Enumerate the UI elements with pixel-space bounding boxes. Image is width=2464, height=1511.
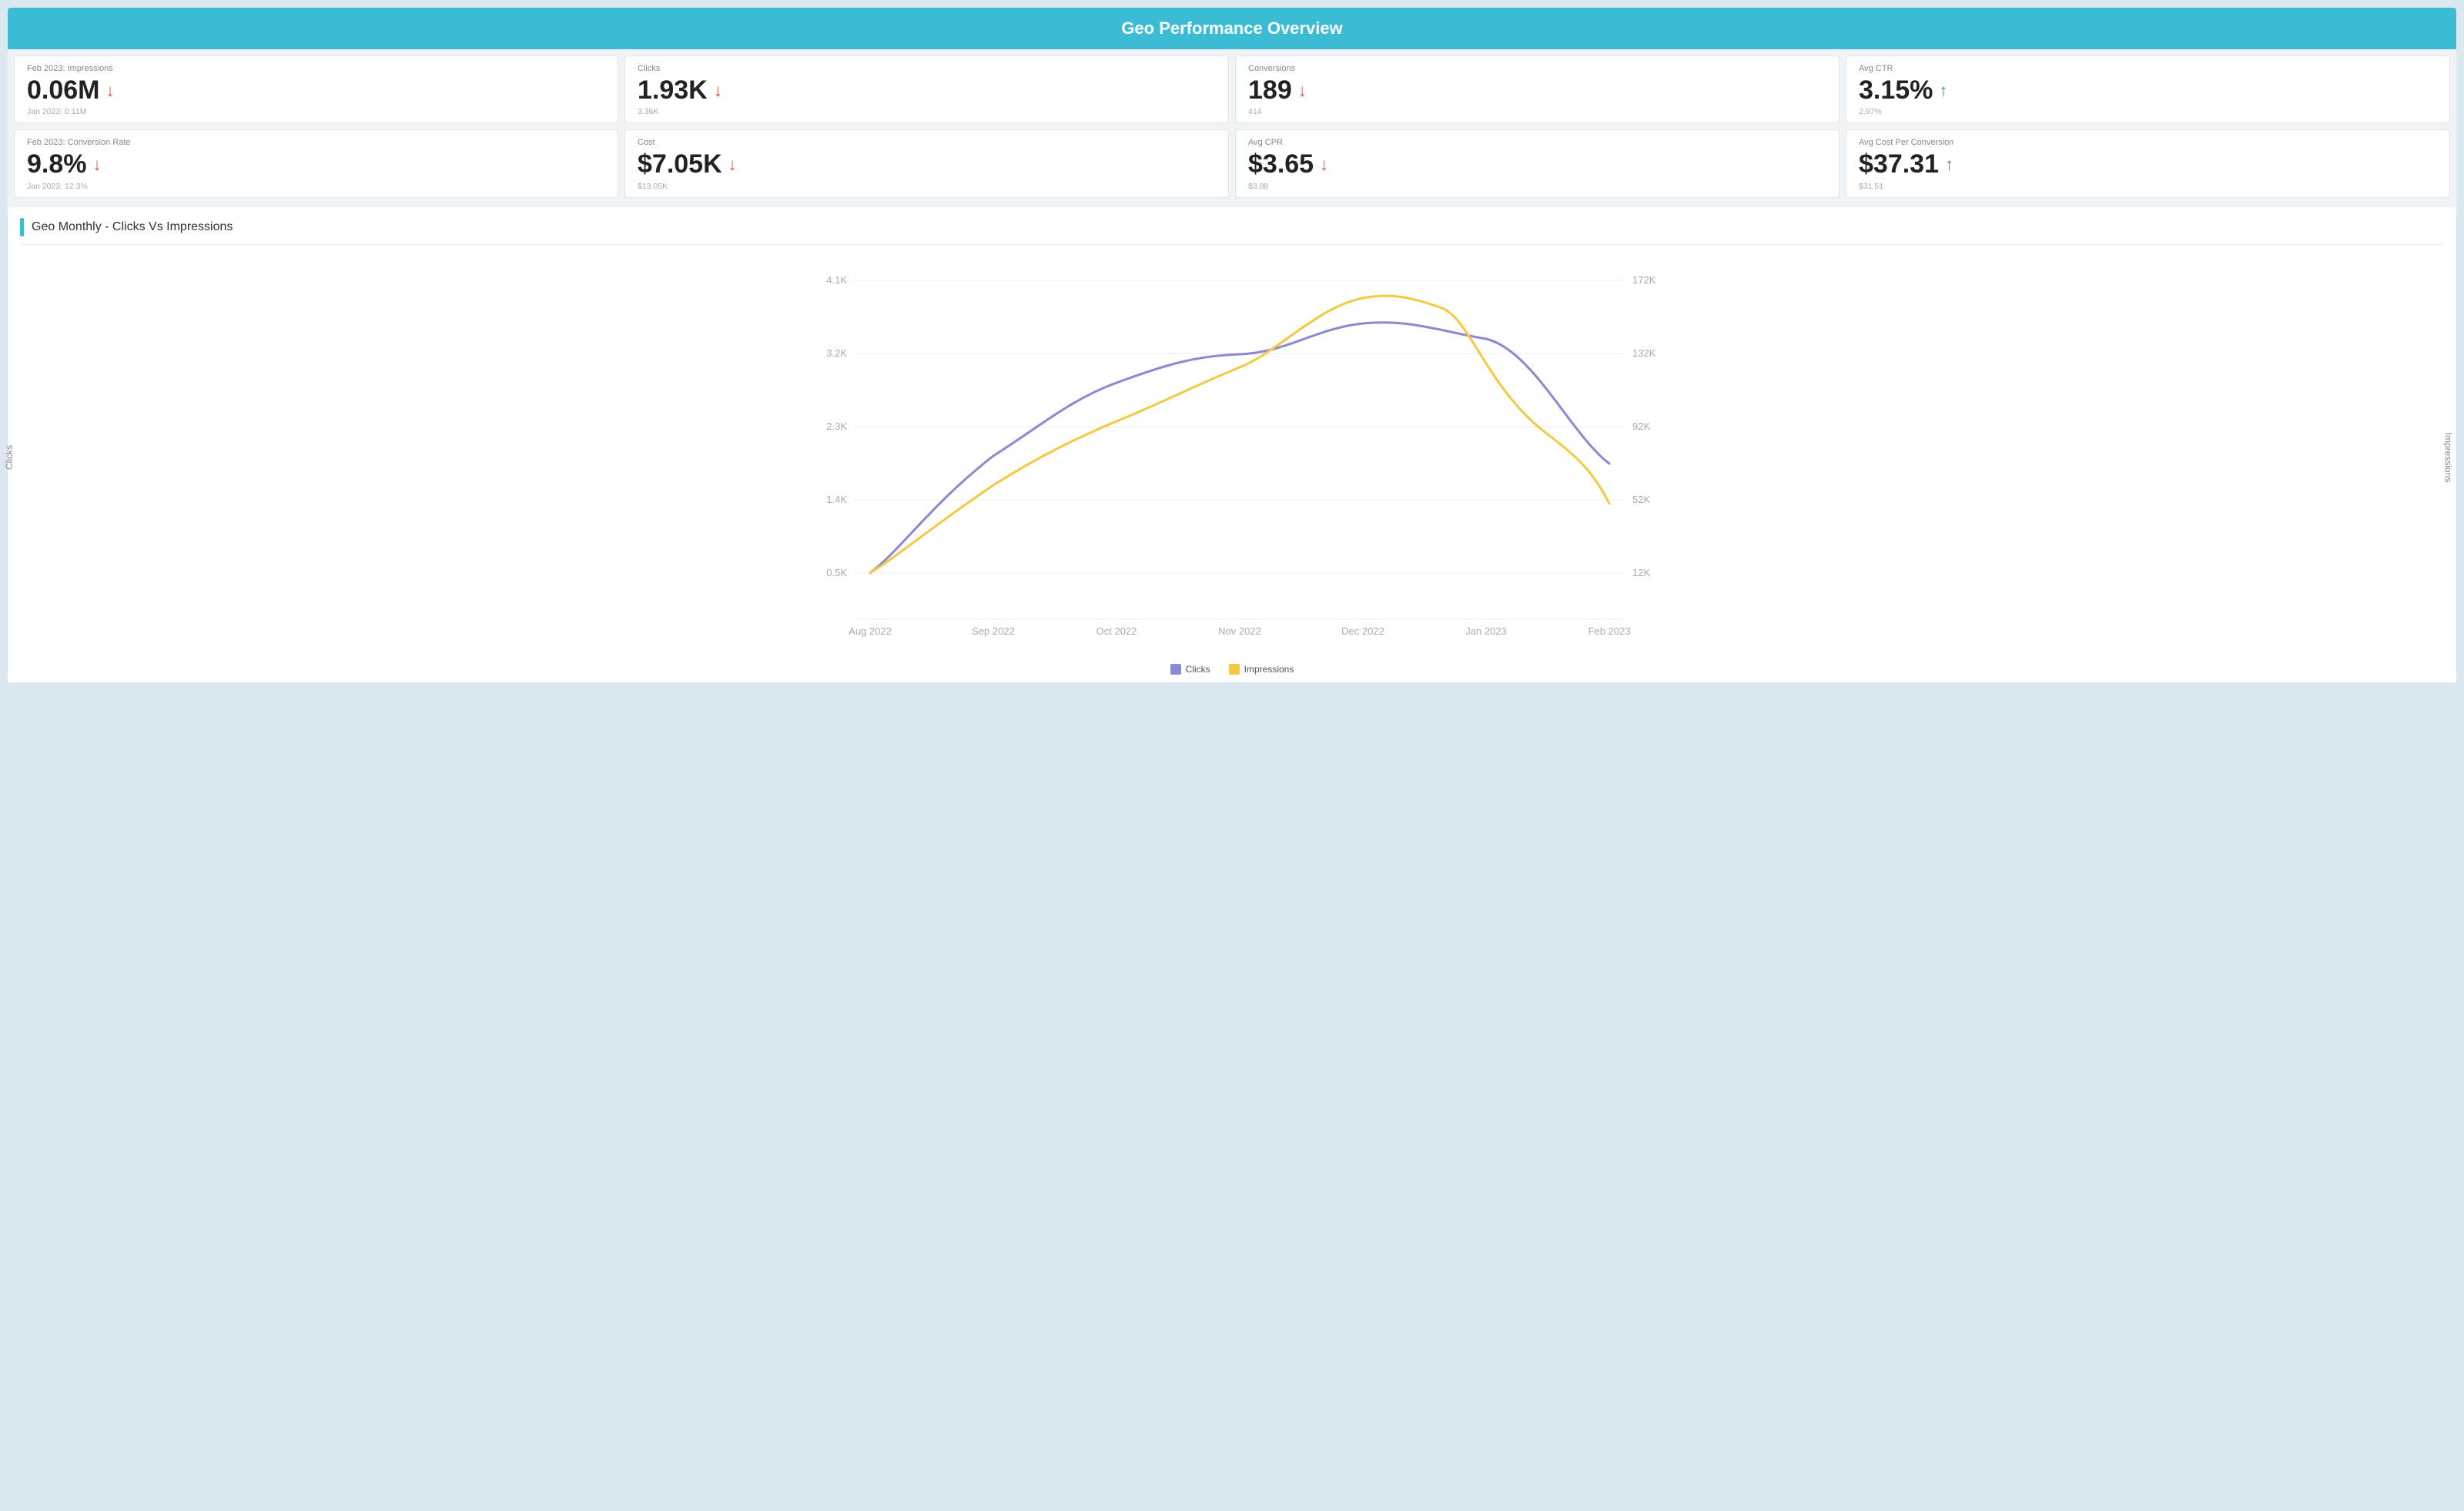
chart-legend: Clicks Impressions (20, 664, 2444, 675)
metric-label-conv-rate: Feb 2023: Conversion Rate (27, 138, 605, 147)
legend-item-clicks: Clicks (1170, 664, 1210, 675)
svg-text:12K: 12K (1632, 567, 1650, 578)
metric-value-impressions: 0.06M (27, 76, 100, 105)
metric-card-cost: Cost $7.05K ↓ $13.05K (624, 129, 1229, 197)
y-axis-right-label: Impressions (2443, 432, 2454, 482)
chart-title: Geo Monthly - Clicks Vs Impressions (32, 220, 233, 234)
metric-prev-cost-per-conv: $31.51 (1859, 182, 2437, 191)
metric-value-cpr: $3.65 (1248, 150, 1314, 179)
svg-text:Oct 2022: Oct 2022 (1096, 625, 1137, 637)
svg-text:Nov 2022: Nov 2022 (1218, 625, 1261, 637)
svg-text:Aug 2022: Aug 2022 (849, 625, 892, 637)
chart-title-accent (20, 218, 24, 236)
metric-arrow-cost-per-conv: ↑ (1945, 156, 1953, 173)
metric-prev-conversions: 414 (1248, 107, 1826, 116)
metric-arrow-ctr: ↑ (1939, 82, 1947, 99)
legend-label-impressions: Impressions (1244, 664, 1294, 675)
metric-label-clicks: Clicks (638, 64, 1216, 73)
chart-section: Geo Monthly - Clicks Vs Impressions Clic… (8, 207, 2456, 682)
legend-box-clicks (1170, 664, 1181, 675)
svg-text:52K: 52K (1632, 494, 1650, 505)
metric-prev-conv-rate: Jan 2023: 12.3% (27, 182, 605, 191)
svg-text:4.1K: 4.1K (826, 274, 847, 286)
metric-label-cost: Cost (638, 138, 1216, 147)
metric-label-conversions: Conversions (1248, 64, 1826, 73)
svg-text:132K: 132K (1632, 347, 1656, 359)
legend-label-clicks: Clicks (1186, 664, 1210, 675)
header-title: Geo Performance Overview (1121, 18, 1342, 38)
metric-value-cost: $7.05K (638, 150, 722, 179)
metric-prev-ctr: 2.97% (1859, 107, 2437, 116)
metric-card-impressions: Feb 2023: Impressions 0.06M ↓ Jan 2023: … (14, 55, 618, 123)
metric-prev-cost: $13.05K (638, 182, 1216, 191)
metric-value-ctr: 3.15% (1859, 76, 1933, 105)
impressions-line (870, 296, 1609, 573)
metric-value-conversions: 189 (1248, 76, 1292, 105)
svg-text:2.3K: 2.3K (826, 420, 847, 432)
metrics-container: Feb 2023: Impressions 0.06M ↓ Jan 2023: … (8, 49, 2456, 207)
metric-card-cpr: Avg CPR $3.65 ↓ $3.88 (1235, 129, 1840, 197)
metric-label-cost-per-conv: Avg Cost Per Conversion (1859, 138, 2437, 147)
page-header: Geo Performance Overview (8, 8, 2456, 49)
metric-card-conv-rate: Feb 2023: Conversion Rate 9.8% ↓ Jan 202… (14, 129, 618, 197)
metric-arrow-clicks: ↓ (714, 82, 722, 99)
metric-card-cost-per-conv: Avg Cost Per Conversion $37.31 ↑ $31.51 (1846, 129, 2450, 197)
svg-text:Feb 2023: Feb 2023 (1589, 625, 1631, 637)
metric-value-cost-per-conv: $37.31 (1859, 150, 1939, 179)
svg-text:3.2K: 3.2K (826, 347, 847, 359)
svg-text:Jan 2023: Jan 2023 (1465, 625, 1507, 637)
metric-arrow-conversions: ↓ (1298, 82, 1307, 99)
metrics-row-2: Feb 2023: Conversion Rate 9.8% ↓ Jan 202… (14, 129, 2450, 197)
legend-item-impressions: Impressions (1229, 664, 1294, 675)
chart-title-bar: Geo Monthly - Clicks Vs Impressions (20, 218, 2444, 245)
y-axis-left-label: Clicks (4, 445, 15, 470)
metric-card-conversions: Conversions 189 ↓ 414 (1235, 55, 1840, 123)
metrics-row-1: Feb 2023: Impressions 0.06M ↓ Jan 2023: … (14, 55, 2450, 123)
metric-arrow-impressions: ↓ (106, 82, 115, 99)
metric-arrow-conv-rate: ↓ (93, 156, 102, 173)
metric-prev-impressions: Jan 2023: 0.11M (27, 107, 605, 116)
svg-text:Dec 2022: Dec 2022 (1341, 625, 1384, 637)
chart-svg: 4.1K 3.2K 2.3K 1.4K 0.5K 172K 132K 92K 5… (66, 265, 2398, 650)
metric-prev-clicks: 3.36K (638, 107, 1216, 116)
metric-label-ctr: Avg CTR (1859, 64, 2437, 73)
svg-text:1.4K: 1.4K (826, 494, 847, 505)
metric-value-clicks: 1.93K (638, 76, 708, 105)
metric-label-impressions: Feb 2023: Impressions (27, 64, 605, 73)
metric-label-cpr: Avg CPR (1248, 138, 1826, 147)
svg-text:172K: 172K (1632, 274, 1656, 286)
svg-text:0.5K: 0.5K (826, 567, 847, 578)
clicks-line (870, 322, 1609, 572)
metric-card-clicks: Clicks 1.93K ↓ 3.36K (624, 55, 1229, 123)
metric-value-conv-rate: 9.8% (27, 150, 87, 179)
svg-text:Sep 2022: Sep 2022 (972, 625, 1015, 637)
legend-box-impressions (1229, 664, 1240, 675)
svg-text:92K: 92K (1632, 420, 1650, 432)
metric-prev-cpr: $3.88 (1248, 182, 1826, 191)
metric-arrow-cpr: ↓ (1320, 156, 1328, 173)
metric-arrow-cost: ↓ (728, 156, 737, 173)
metric-card-ctr: Avg CTR 3.15% ↑ 2.97% (1846, 55, 2450, 123)
